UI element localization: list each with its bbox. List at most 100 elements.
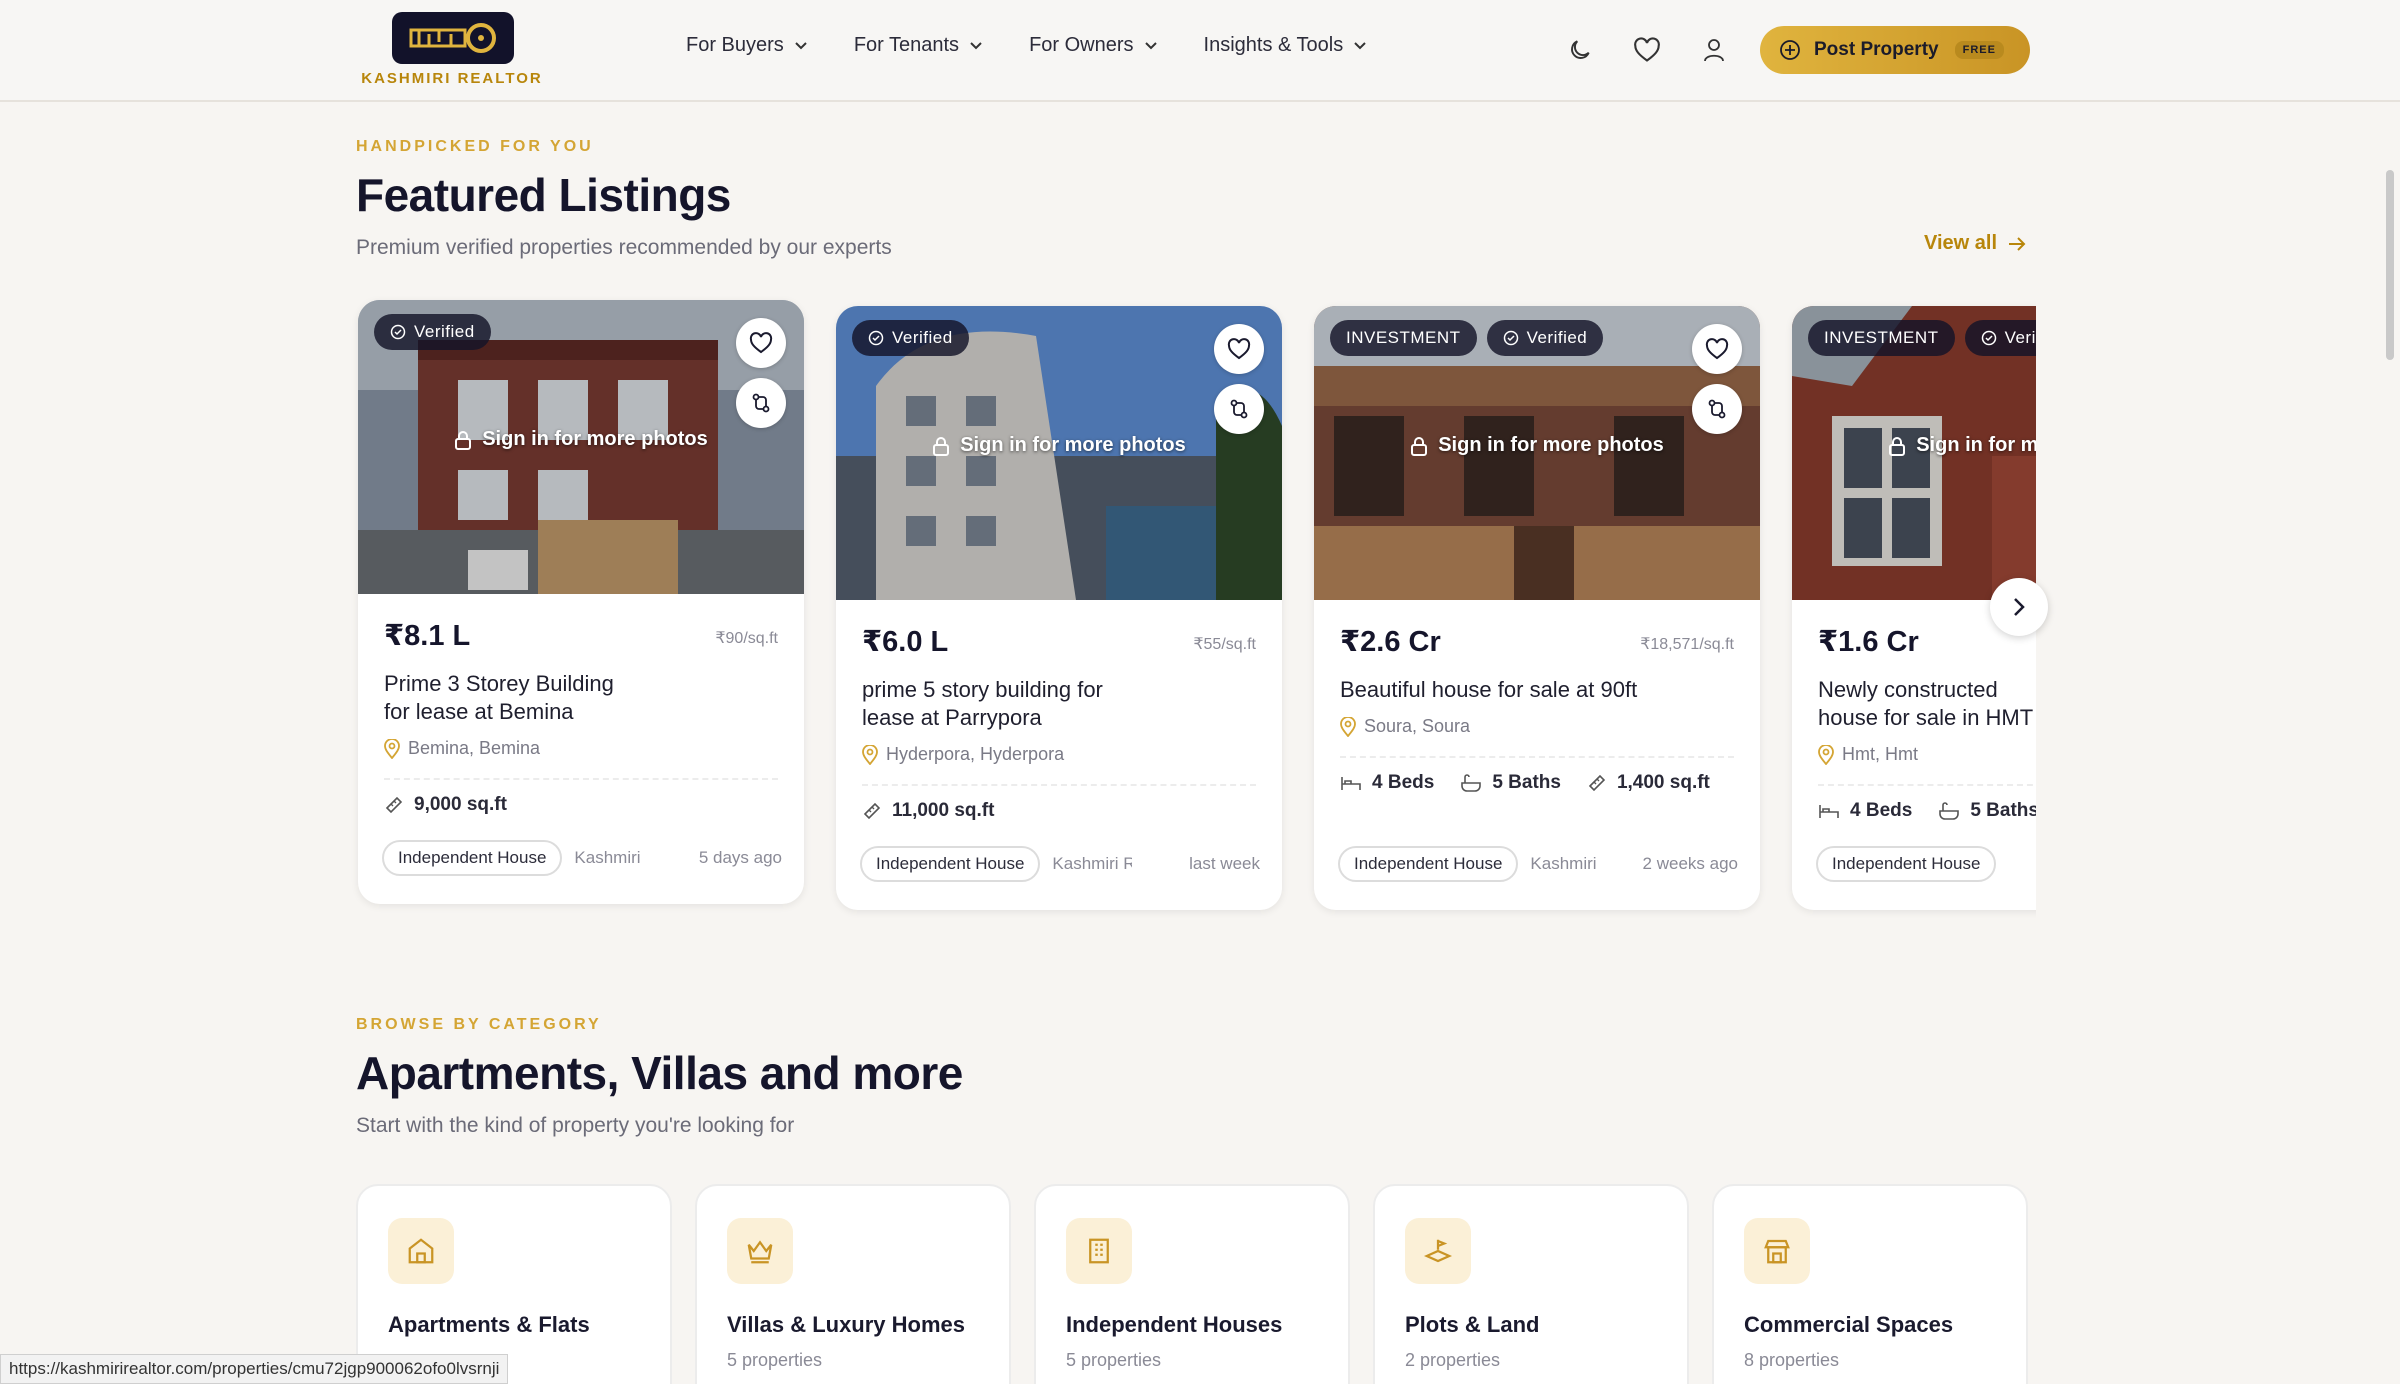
category-title: Apartments, Villas and more (356, 1047, 963, 1099)
listing-photo[interactable]: Verified Sign in for more photos (836, 306, 1282, 600)
listing-location: Bemina, Bemina (384, 738, 540, 759)
bed-icon (1341, 777, 1361, 790)
land-icon (1405, 1218, 1471, 1284)
price-per-sqft: ₹90/sq.ft (715, 630, 778, 647)
category-name: Commercial Spaces (1744, 1312, 1954, 1337)
crown-icon (727, 1218, 793, 1284)
sign-in-photos-prompt[interactable]: Sign in for more photos (358, 428, 804, 451)
favorite-button[interactable] (1692, 324, 1742, 374)
agent-name: Kashmiri R (1052, 854, 1133, 873)
map-pin-icon (1340, 716, 1356, 737)
chevron-down-icon (1144, 41, 1157, 49)
nav-insights-tools[interactable]: Insights & Tools (1204, 34, 1368, 57)
listing-title[interactable]: Beautiful house for sale at 90ft (1340, 676, 1740, 704)
chevron-right-icon (2014, 598, 2025, 616)
sign-in-photos-prompt[interactable]: Sign in for more photos (1314, 434, 1760, 457)
listing-features: 11,000 sq.ft (862, 800, 994, 822)
category-name: Plots & Land (1405, 1312, 1540, 1337)
listing-photo[interactable]: Verified Sign in for more photos (358, 300, 804, 594)
card-divider (1818, 784, 2036, 786)
brand-logo[interactable]: KASHMIRI REALTOR (356, 12, 548, 92)
chevron-down-icon (970, 41, 982, 49)
sign-in-label: Sign in for more photos (1438, 434, 1664, 456)
home-icon (388, 1218, 454, 1284)
listing-photo[interactable]: INVESTMENT Verified Sign in for more pho… (1314, 306, 1760, 600)
verified-badge: Verified (374, 314, 491, 350)
featured-eyebrow: HANDPICKED FOR YOU (356, 138, 594, 155)
badge-row: Verified (852, 320, 969, 356)
badge-label: Verified (1526, 328, 1588, 347)
beds-label: 4 Beds (1372, 772, 1435, 793)
property-type-tag: Independent House (1338, 846, 1519, 882)
category-count: 5 properties (727, 1350, 823, 1370)
listing-card[interactable]: Verified Sign in for more photos ₹8.1 L … (358, 300, 804, 904)
category-subtitle: Start with the kind of property you're l… (356, 1114, 795, 1137)
listing-card[interactable]: INVESTMENT Verified Sign in for more pho… (1314, 306, 1760, 910)
listing-title[interactable]: Newly constructed house for sale in HMT (1818, 676, 2036, 732)
compare-button[interactable] (1692, 384, 1742, 434)
view-all-label: View all (1924, 232, 1998, 254)
verified-badge: Verified (1486, 320, 1604, 356)
card-divider (862, 784, 1256, 786)
listing-card[interactable]: Verified Sign in for more photos ₹6.0 L … (836, 306, 1282, 910)
verified-badge: Verified (852, 320, 969, 356)
featured-title: Featured Listings (356, 169, 731, 221)
check-circle-icon (390, 324, 406, 340)
badge-label: INVESTMENT (1824, 328, 1939, 347)
theme-toggle-button[interactable] (1562, 32, 1598, 68)
carousel-next-button[interactable] (1990, 578, 2048, 636)
category-villas[interactable]: Villas & Luxury Homes 5 properties (695, 1184, 1011, 1384)
card-footer: Independent House (1816, 846, 2036, 882)
nav-label: For Owners (1029, 34, 1134, 56)
category-eyebrow: BROWSE BY CATEGORY (356, 1016, 602, 1033)
listing-photo[interactable]: INVESTMENT Verified Sign in for more pho… (1792, 306, 2036, 600)
badge-label: Verified (892, 328, 953, 347)
nav-for-buyers[interactable]: For Buyers (686, 34, 808, 57)
map-pin-icon (862, 744, 878, 765)
property-type-tag: Independent House (382, 840, 563, 876)
category-plots-land[interactable]: Plots & Land 2 properties (1373, 1184, 1689, 1384)
card-footer: Independent House Kashmiri R last week (860, 846, 1260, 882)
favorite-button[interactable] (736, 318, 786, 368)
badge-row: INVESTMENT Verified (1330, 320, 1604, 356)
nav-for-tenants[interactable]: For Tenants (854, 34, 983, 57)
account-button[interactable] (1696, 32, 1732, 68)
listing-price: ₹2.6 Cr (1340, 626, 1441, 658)
beds-feature: 4 Beds (1340, 772, 1434, 794)
post-property-button[interactable]: Post Property FREE (1760, 26, 2030, 74)
bath-icon (1461, 774, 1482, 792)
sign-in-photos-prompt[interactable]: Sign in for more photos (836, 434, 1282, 457)
favorites-button[interactable] (1629, 32, 1665, 68)
listing-title[interactable]: Prime 3 Storey Building for lease at Bem… (384, 670, 644, 726)
card-divider (384, 778, 778, 780)
sign-in-label: Sign in for more photos (1916, 434, 2036, 456)
category-independent-houses[interactable]: Independent Houses 5 properties (1034, 1184, 1350, 1384)
listing-features: 4 Beds 5 Baths 1,400 sq.ft (1340, 772, 1710, 794)
compare-button[interactable] (736, 378, 786, 428)
listing-title[interactable]: prime 5 story building for lease at Parr… (862, 676, 1122, 732)
compare-icon (1708, 399, 1726, 419)
ruler-icon (863, 802, 881, 820)
check-circle-icon (1503, 330, 1518, 346)
sign-in-photos-prompt[interactable]: Sign in for more photos (1792, 434, 2036, 457)
favorite-button[interactable] (1214, 324, 1264, 374)
baths-label: 5 Baths (1970, 800, 2036, 821)
category-count: 5 properties (1066, 1350, 1162, 1370)
investment-badge: INVESTMENT (1808, 320, 1955, 356)
category-name: Villas & Luxury Homes (727, 1312, 966, 1337)
nav-for-owners[interactable]: For Owners (1029, 34, 1157, 57)
category-name: Apartments & Flats (388, 1312, 590, 1337)
nav-label: Insights & Tools (1203, 34, 1344, 56)
heart-icon (1227, 338, 1251, 360)
category-count: 2 properties (1405, 1350, 1501, 1370)
view-all-link[interactable]: View all (1924, 232, 2027, 255)
card-footer: Independent House Kashmiri 5 days ago (382, 840, 782, 876)
compare-button[interactable] (1214, 384, 1264, 434)
price-per-sqft: ₹18,571/sq.ft (1640, 636, 1734, 653)
property-type-tag: Independent House (860, 846, 1041, 882)
area-label: 1,400 sq.ft (1616, 772, 1710, 793)
agent-name: Kashmiri (1530, 854, 1597, 873)
category-commercial[interactable]: Commercial Spaces 8 properties (1712, 1184, 2028, 1384)
ruler-icon (385, 796, 403, 814)
page-scrollbar[interactable] (2386, 170, 2394, 360)
